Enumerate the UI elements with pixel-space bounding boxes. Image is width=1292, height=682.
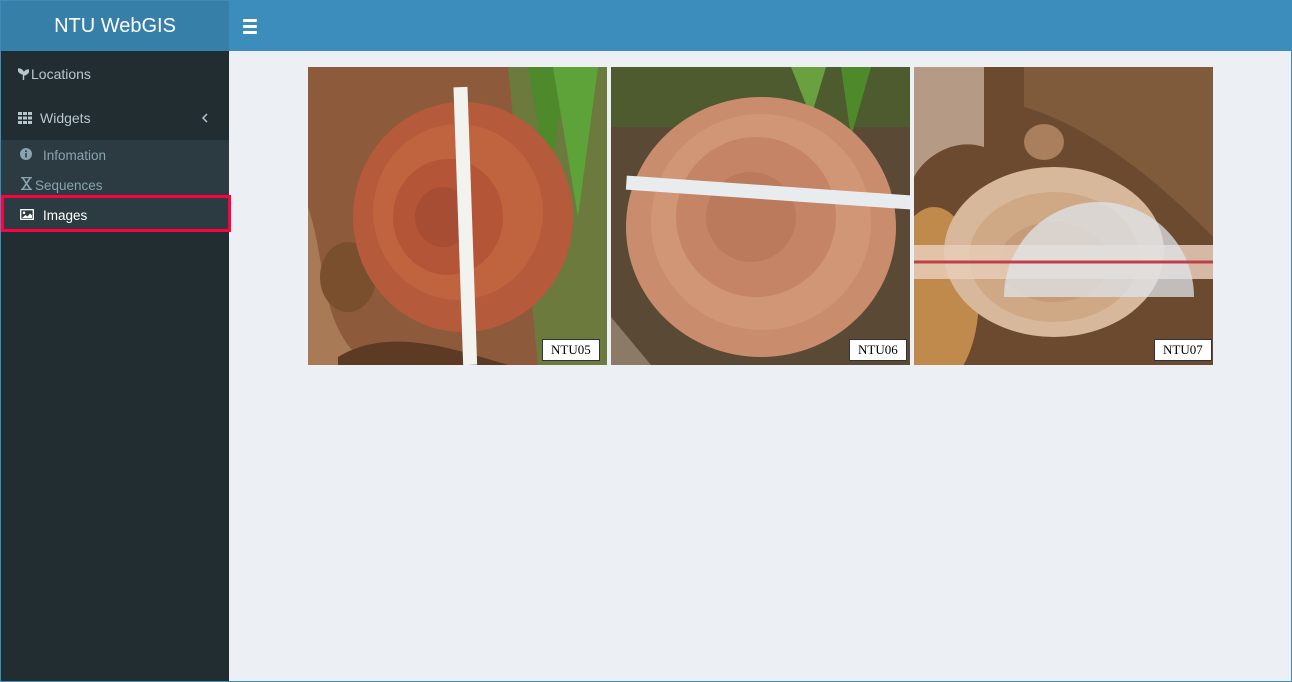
app-logo[interactable]: NTU WebGIS (1, 1, 229, 51)
sidebar-item-widgets[interactable]: Widgets (1, 106, 229, 130)
sidebar-item-label: Widgets (40, 110, 91, 126)
sidebar-item-label: Infomation (43, 147, 107, 163)
chevron-left-icon[interactable] (202, 113, 208, 123)
sidebar-item-label: Sequences (35, 177, 103, 193)
photo-caption: NTU05 (542, 339, 600, 361)
mushroom-photo-ntu06[interactable]: NTU06 (611, 67, 910, 365)
sidebar: Locations Widgets Infomation Sequences I… (1, 51, 231, 681)
grid-icon (17, 112, 32, 124)
seedling-icon (17, 68, 29, 80)
app-title: NTU WebGIS (54, 14, 176, 37)
sidebar-item-infomation[interactable]: Infomation (1, 140, 229, 170)
hamburger-icon[interactable] (243, 16, 257, 36)
sidebar-item-label: Locations (31, 66, 91, 82)
top-navbar (229, 1, 1291, 51)
photo-caption: NTU07 (1154, 339, 1212, 361)
sidebar-item-locations[interactable]: Locations (1, 62, 229, 86)
photo-caption: NTU06 (849, 339, 907, 361)
info-circle-icon (20, 147, 32, 163)
mushroom-photo-ntu05[interactable]: NTU05 (308, 67, 607, 365)
mushroom-photo-ntu07[interactable]: NTU07 (914, 67, 1213, 365)
images-highlight-box (1, 195, 231, 232)
app-frame: NTU WebGIS Locations Widgets Infomation … (0, 0, 1292, 682)
hourglass-icon (20, 176, 33, 193)
